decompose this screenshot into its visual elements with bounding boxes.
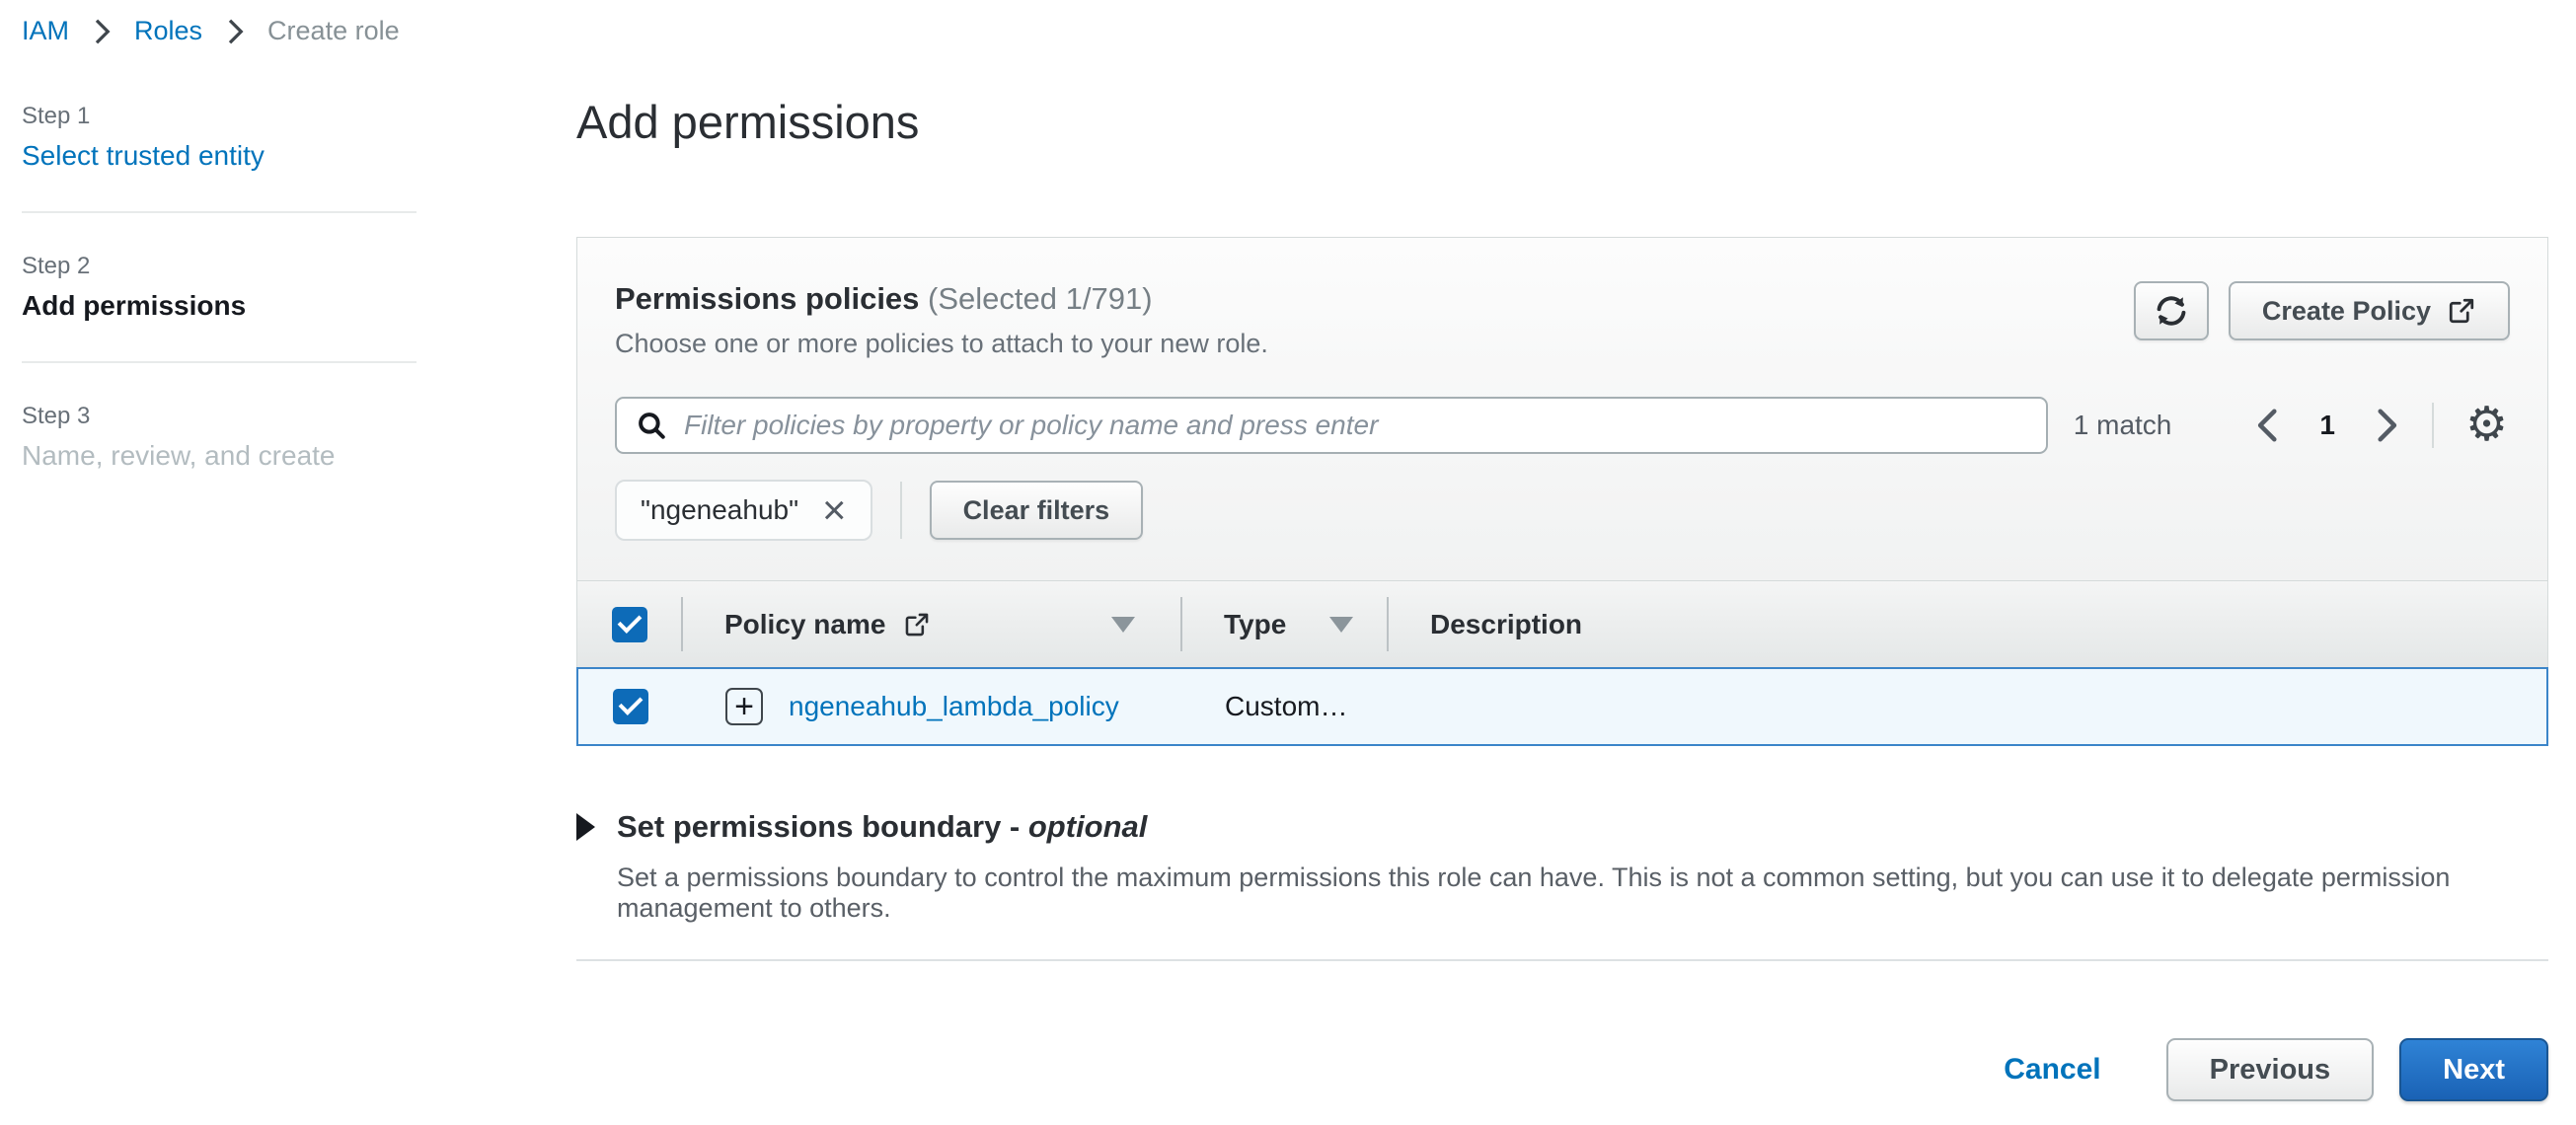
step-current-add-permissions: Add permissions: [22, 290, 417, 322]
cancel-button[interactable]: Cancel: [2004, 1053, 2100, 1087]
boundary-title-optional: optional: [1028, 809, 1148, 844]
refresh-icon: [2154, 293, 2189, 329]
breadcrumb-current-page: Create role: [267, 16, 400, 46]
panel-description: Choose one or more policies to attach to…: [615, 329, 1268, 359]
breadcrumb: IAM Roles Create role: [22, 16, 400, 46]
boundary-title: Set permissions boundary -: [617, 809, 1028, 844]
row-checkbox[interactable]: [613, 689, 648, 724]
wizard-step-2: Step 2 Add permissions: [22, 253, 417, 322]
wizard-steps-nav: Step 1 Select trusted entity Step 2 Add …: [22, 103, 417, 472]
column-header-policy-name: Policy name: [724, 609, 885, 640]
policy-name-link[interactable]: ngeneahub_lambda_policy: [789, 691, 1119, 722]
permissions-boundary-section: Set permissions boundary - optional Set …: [576, 809, 2548, 961]
remove-filter-icon[interactable]: ×: [822, 489, 847, 531]
previous-button[interactable]: Previous: [2166, 1038, 2375, 1101]
filter-token-label: "ngeneahub": [641, 494, 798, 526]
wizard-step-3: Step 3 Name, review, and create: [22, 403, 417, 472]
section-divider: [576, 959, 2548, 961]
chevron-right-icon: [91, 17, 113, 46]
panel-title: Permissions policies: [615, 281, 919, 316]
page-title: Add permissions: [576, 95, 919, 149]
select-all-checkbox[interactable]: [612, 607, 647, 642]
policy-type-value: Custom…: [1225, 691, 1347, 722]
breadcrumb-iam[interactable]: IAM: [22, 16, 69, 46]
filter-divider: [900, 482, 902, 539]
next-button[interactable]: Next: [2399, 1038, 2548, 1101]
step-number-label: Step 2: [22, 253, 417, 280]
previous-page-button[interactable]: [2254, 407, 2282, 444]
policies-table-header: Policy name Type Description: [577, 580, 2547, 667]
selected-count: (Selected 1/791): [928, 281, 1152, 316]
panel-actions: Create Policy: [2134, 281, 2510, 340]
policy-table-row-selected[interactable]: + ngeneahub_lambda_policy Custom…: [576, 667, 2548, 746]
search-icon: [635, 409, 668, 442]
pagination: 1: [2254, 407, 2400, 444]
step-number-label: Step 3: [22, 403, 417, 430]
external-link-icon: [903, 611, 931, 638]
expand-row-icon[interactable]: +: [725, 688, 763, 725]
type-filter-caret-icon[interactable]: [1329, 617, 1353, 633]
step-divider: [22, 361, 417, 363]
step-link-select-trusted-entity[interactable]: Select trusted entity: [22, 140, 417, 172]
step-divider: [22, 211, 417, 213]
step-number-label: Step 1: [22, 103, 417, 130]
clear-filters-button[interactable]: Clear filters: [930, 481, 1144, 540]
wizard-footer-actions: Cancel Previous Next: [2004, 1038, 2548, 1101]
match-count: 1 match: [2074, 410, 2172, 441]
policy-description-value: [1388, 669, 2546, 744]
toolbar-divider: [2432, 403, 2434, 448]
triangle-right-icon: [576, 813, 595, 841]
column-header-description: Description: [1430, 609, 1582, 640]
boundary-description: Set a permissions boundary to control th…: [617, 862, 2548, 924]
create-policy-label: Create Policy: [2262, 296, 2431, 327]
permissions-policies-panel: Permissions policies (Selected 1/791) Ch…: [576, 237, 2548, 746]
policy-name-filter-caret-icon[interactable]: [1111, 617, 1135, 633]
policy-filter-input[interactable]: [684, 410, 2028, 441]
panel-title-block: Permissions policies (Selected 1/791) Ch…: [615, 281, 1268, 359]
refresh-button[interactable]: [2134, 281, 2209, 340]
policy-search-box: [615, 397, 2048, 454]
chevron-right-icon: [224, 17, 246, 46]
active-filters-row: "ngeneahub" × Clear filters: [615, 480, 2510, 541]
step-upcoming-name-review-create: Name, review, and create: [22, 440, 417, 472]
wizard-step-1: Step 1 Select trusted entity: [22, 103, 417, 172]
permissions-boundary-toggle[interactable]: Set permissions boundary - optional: [576, 809, 2548, 845]
current-page-number[interactable]: 1: [2319, 410, 2335, 441]
external-link-icon: [2447, 296, 2476, 326]
settings-gear-icon[interactable]: ⚙: [2465, 402, 2508, 449]
search-toolbar: 1 match 1 ⚙: [615, 397, 2510, 454]
next-page-button[interactable]: [2373, 407, 2400, 444]
panel-header: Permissions policies (Selected 1/791) Ch…: [577, 238, 2547, 580]
filter-token: "ngeneahub" ×: [615, 480, 872, 541]
column-header-type: Type: [1224, 609, 1286, 640]
breadcrumb-roles[interactable]: Roles: [134, 16, 202, 46]
create-policy-button[interactable]: Create Policy: [2229, 281, 2510, 340]
